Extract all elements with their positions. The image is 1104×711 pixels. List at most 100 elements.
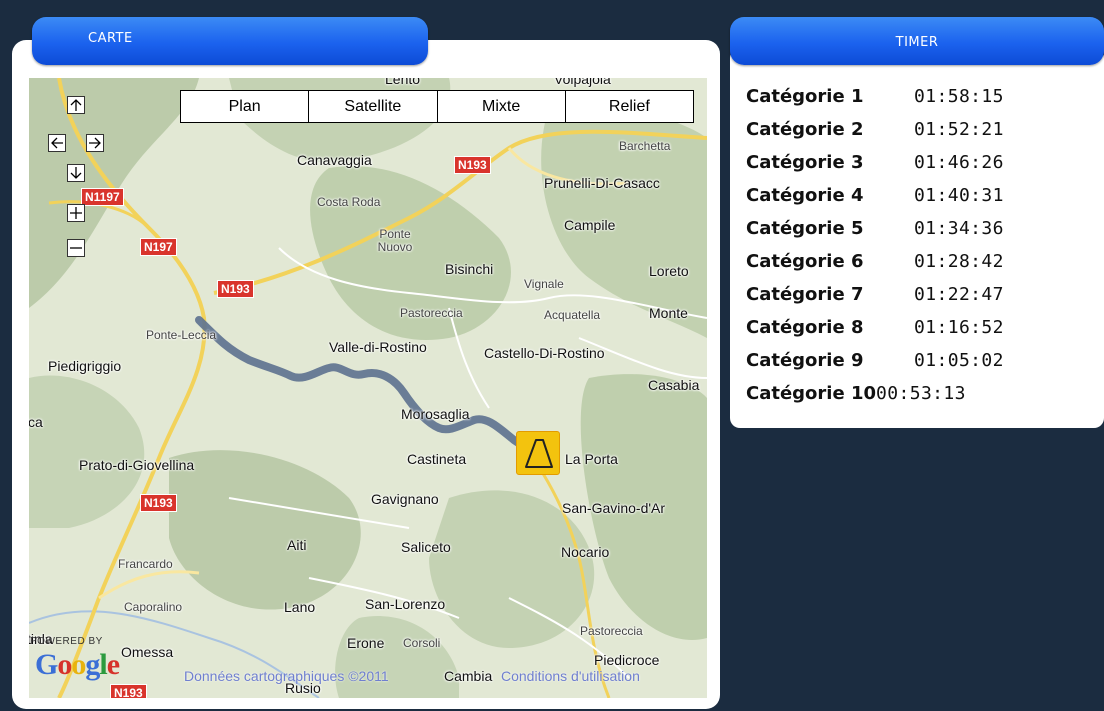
zoom-out-button[interactable] <box>67 239 85 257</box>
map-type-satellite[interactable]: Satellite <box>309 91 438 122</box>
category-time: 01:16:52 <box>914 317 1004 338</box>
timer-panel-tab: TIMER <box>730 17 1104 65</box>
timer-row: Catégorie 5 01:34:36 <box>746 218 1004 244</box>
road-shield: N193 <box>217 280 254 298</box>
mountain-marker-icon <box>525 439 553 468</box>
category-label: Catégorie 4 <box>746 185 864 206</box>
pan-right-button[interactable] <box>86 134 104 152</box>
place-label: Ponte Nuovo <box>377 227 413 254</box>
place-label: Castello-Di-Rostino <box>484 345 605 361</box>
category-time: 01:40:31 <box>914 185 1004 206</box>
pan-left-button[interactable] <box>48 134 66 152</box>
place-label: Erone <box>347 635 385 651</box>
pan-right-icon <box>89 137 101 149</box>
place-label: ca <box>29 414 43 430</box>
place-label: Piedigriggio <box>48 358 122 374</box>
timer-row: Catégorie 4 01:40:31 <box>746 185 1004 211</box>
place-label: Lento <box>385 78 421 87</box>
place-label: Ponte-Leccia <box>146 328 217 342</box>
place-label: Bisinchi <box>445 261 494 277</box>
timer-row: Catégorie 8 01:16:52 <box>746 317 1004 343</box>
place-label: Monte <box>649 305 688 321</box>
category-label: Catégorie 3 <box>746 152 864 173</box>
road-shield: N197 <box>140 238 177 256</box>
timer-row: Catégorie 6 01:28:42 <box>746 251 1004 277</box>
road-shield: N193 <box>454 156 491 174</box>
pan-up-icon <box>70 99 82 111</box>
category-time: 00:53:13 <box>876 383 966 404</box>
terms-of-use-link[interactable]: Conditions d'utilisation <box>501 668 640 684</box>
place-label: Gavignano <box>371 491 439 507</box>
category-time: 01:28:42 <box>914 251 1004 272</box>
place-label: Cambia <box>444 668 493 684</box>
place-label: Casabia <box>648 377 700 393</box>
place-label: Vignale <box>524 277 564 291</box>
place-label: Volpajola <box>554 78 611 87</box>
category-label: Catégorie 2 <box>746 119 864 140</box>
category-label: Catégorie 1 <box>746 86 864 107</box>
place-label: Canavaggia <box>297 152 372 168</box>
timer-row: Catégorie 9 01:05:02 <box>746 350 1004 376</box>
category-label: Catégorie 5 <box>746 218 864 239</box>
zoom-out-icon <box>70 247 82 249</box>
place-label: Barchetta <box>619 139 671 153</box>
category-label: Catégorie 6 <box>746 251 864 272</box>
pan-left-icon <box>51 137 63 149</box>
place-label: La Porta <box>565 451 618 467</box>
map-type-selector: Plan Satellite Mixte Relief <box>180 90 694 123</box>
zoom-in-icon <box>70 207 82 219</box>
category-time: 01:22:47 <box>914 284 1004 305</box>
map-type-mixte[interactable]: Mixte <box>438 91 566 122</box>
place-label: Lano <box>284 599 316 615</box>
place-label: Prunelli-Di-Casacc <box>544 175 660 191</box>
place-label: San-Gavino-d'Ar <box>562 500 666 516</box>
powered-by-label: POWERED BY <box>30 636 103 647</box>
pan-up-button[interactable] <box>67 96 85 114</box>
place-label: Saliceto <box>401 539 451 555</box>
place-label: Costa Roda <box>317 195 381 209</box>
place-label: Valle-di-Rostino <box>329 339 427 355</box>
pan-down-icon <box>70 167 82 179</box>
google-logo[interactable]: Google <box>35 648 120 682</box>
place-label: Omessa <box>121 644 174 660</box>
place-label: Acquatella <box>544 308 601 322</box>
place-label: Francardo <box>118 557 173 571</box>
place-label: Morosaglia <box>401 406 470 422</box>
category-label: Catégorie 8 <box>746 317 864 338</box>
zoom-in-button[interactable] <box>67 204 85 222</box>
place-label: San-Lorenzo <box>365 596 446 612</box>
map-panel-tab: CARTE <box>32 17 428 65</box>
road-shield: N193 <box>140 494 177 512</box>
category-time: 01:58:15 <box>914 86 1004 107</box>
map-data-attribution: Données cartographiques ©2011 <box>184 668 389 684</box>
road-shield: N1197 <box>81 188 124 206</box>
place-label: Piedicroce <box>594 652 660 668</box>
category-label: Catégorie 7 <box>746 284 864 305</box>
category-time: 01:46:26 <box>914 152 1004 173</box>
category-time: 01:34:36 <box>914 218 1004 239</box>
category-time: 01:05:02 <box>914 350 1004 371</box>
place-label: Pastoreccia <box>580 624 643 638</box>
place-label: Campile <box>564 217 616 233</box>
timer-row: Catégorie 7 01:22:47 <box>746 284 1004 310</box>
place-label: Prato-di-Giovellina <box>79 457 195 473</box>
timer-row: Catégorie 1 01:58:15 <box>746 86 1004 112</box>
place-label: Pastoreccia <box>400 306 463 320</box>
pan-down-button[interactable] <box>67 164 85 182</box>
road-shield: N193 <box>110 684 147 698</box>
category-label: Catégorie 10 <box>746 383 876 404</box>
map-type-relief[interactable]: Relief <box>566 91 693 122</box>
category-time: 01:52:21 <box>914 119 1004 140</box>
map-panel-title: CARTE <box>88 31 133 46</box>
timer-row: Catégorie 2 01:52:21 <box>746 119 1004 145</box>
route-end-marker[interactable] <box>516 431 560 475</box>
map-type-plan[interactable]: Plan <box>181 91 310 122</box>
map-view[interactable]: Canavaggia Costa Roda Barchetta Prunelli… <box>29 78 707 698</box>
timer-panel-title: TIMER <box>895 35 939 50</box>
place-label: Aiti <box>287 537 307 553</box>
place-label: Castineta <box>407 451 467 467</box>
timer-row: Catégorie 1000:53:13 <box>746 383 966 409</box>
timer-row: Catégorie 3 01:46:26 <box>746 152 1004 178</box>
place-label: Caporalino <box>124 600 183 614</box>
place-label: Loreto <box>649 263 689 279</box>
